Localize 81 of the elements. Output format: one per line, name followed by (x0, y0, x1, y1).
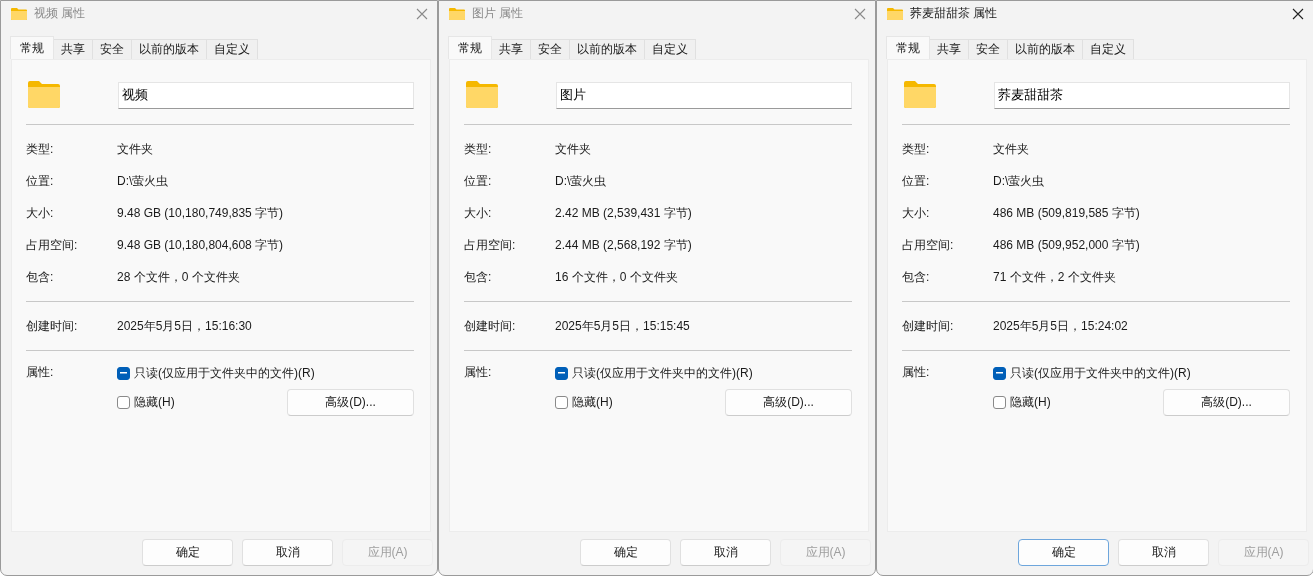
close-icon (1292, 7, 1304, 20)
field-label: 属性: (26, 364, 55, 381)
dialog-button[interactable]: 取消 (242, 539, 333, 566)
name-field[interactable]: 荞麦甜甜茶 (994, 81, 1290, 109)
folder-icon (903, 78, 937, 109)
checkbox[interactable] (993, 366, 1006, 380)
field-label: 创建时间: (464, 317, 517, 335)
field-value: 9.48 GB (10,180,804,608 字节) (117, 236, 284, 254)
advanced-button[interactable]: 高级(D)... (725, 389, 852, 416)
field-value: 2.44 MB (2,568,192 字节) (555, 236, 692, 254)
folder-icon (465, 78, 499, 109)
checkbox-label[interactable]: 只读(仅应用于文件夹中的文件)(R) (134, 364, 315, 382)
checkbox[interactable] (555, 396, 568, 409)
field-label: 占用空间: (464, 236, 517, 254)
field-label: 包含: (902, 268, 931, 286)
checkbox[interactable] (555, 366, 568, 380)
field-label: 属性: (902, 364, 931, 381)
folder-icon (887, 7, 903, 20)
window-title: 视频 属性 (34, 5, 87, 22)
close-icon (416, 7, 428, 20)
field-label: 大小: (464, 204, 493, 222)
close-icon (854, 7, 866, 20)
dialog-button[interactable]: 取消 (680, 539, 771, 566)
field-value: 文件夹 (555, 140, 591, 158)
checkbox-label[interactable]: 隐藏(H) (572, 394, 613, 411)
field-label: 位置: (902, 172, 931, 190)
field-label: 位置: (26, 172, 55, 190)
field-value: 2025年5月5日，15:15:45 (555, 317, 690, 335)
field-value: 16 个文件，0 个文件夹 (555, 268, 678, 286)
tab[interactable]: 自定义 (644, 39, 696, 59)
tab[interactable]: 自定义 (1082, 39, 1134, 59)
tab[interactable]: 常规 (886, 36, 930, 59)
checkbox-label[interactable]: 隐藏(H) (1010, 394, 1051, 411)
advanced-button[interactable]: 高级(D)... (1163, 389, 1290, 416)
field-value: D:\萤火虫 (117, 172, 169, 190)
dialog-button[interactable]: 确定 (580, 539, 671, 566)
field-label: 位置: (464, 172, 493, 190)
field-label: 类型: (464, 140, 493, 158)
field-value: 28 个文件，0 个文件夹 (117, 268, 240, 286)
field-value: 9.48 GB (10,180,749,835 字节) (117, 204, 284, 222)
dialog-button[interactable]: 确定 (1018, 539, 1109, 566)
field-value: 文件夹 (993, 140, 1029, 158)
checkbox[interactable] (993, 396, 1006, 409)
dialog-button[interactable]: 取消 (1118, 539, 1209, 566)
folder-icon (27, 78, 61, 109)
tab[interactable]: 常规 (448, 36, 492, 59)
field-label: 占用空间: (26, 236, 79, 254)
field-value: D:\萤火虫 (993, 172, 1045, 190)
field-label: 包含: (26, 268, 55, 286)
field-label: 大小: (902, 204, 931, 222)
tab[interactable]: 常规 (10, 36, 54, 59)
tab[interactable]: 自定义 (206, 39, 258, 59)
field-label: 包含: (464, 268, 493, 286)
field-label: 类型: (26, 140, 55, 158)
checkbox[interactable] (117, 366, 130, 380)
field-value: 486 MB (509,952,000 字节) (993, 236, 1140, 254)
advanced-button[interactable]: 高级(D)... (287, 389, 414, 416)
dialog-button[interactable]: 确定 (142, 539, 233, 566)
checkbox-label[interactable]: 只读(仅应用于文件夹中的文件)(R) (1010, 364, 1191, 382)
name-field[interactable]: 图片 (556, 81, 852, 109)
field-value: 2025年5月5日，15:24:02 (993, 317, 1128, 335)
field-label: 占用空间: (902, 236, 955, 254)
checkbox[interactable] (117, 396, 130, 409)
field-value: D:\萤火虫 (555, 172, 607, 190)
checkbox-label[interactable]: 隐藏(H) (134, 394, 175, 411)
field-label: 类型: (902, 140, 931, 158)
field-label: 创建时间: (902, 317, 955, 335)
field-value: 文件夹 (117, 140, 153, 158)
field-value: 2.42 MB (2,539,431 字节) (555, 204, 692, 222)
folder-icon (11, 7, 27, 20)
field-value: 71 个文件，2 个文件夹 (993, 268, 1116, 286)
window-title: 图片 属性 (472, 5, 525, 22)
field-value: 486 MB (509,819,585 字节) (993, 204, 1140, 222)
field-label: 大小: (26, 204, 55, 222)
folder-icon (449, 7, 465, 20)
field-label: 属性: (464, 364, 493, 381)
field-value: 2025年5月5日，15:16:30 (117, 317, 252, 335)
name-field[interactable]: 视频 (118, 81, 414, 109)
window-title: 荞麦甜甜茶 属性 (910, 5, 999, 22)
field-label: 创建时间: (26, 317, 79, 335)
checkbox-label[interactable]: 只读(仅应用于文件夹中的文件)(R) (572, 364, 753, 382)
